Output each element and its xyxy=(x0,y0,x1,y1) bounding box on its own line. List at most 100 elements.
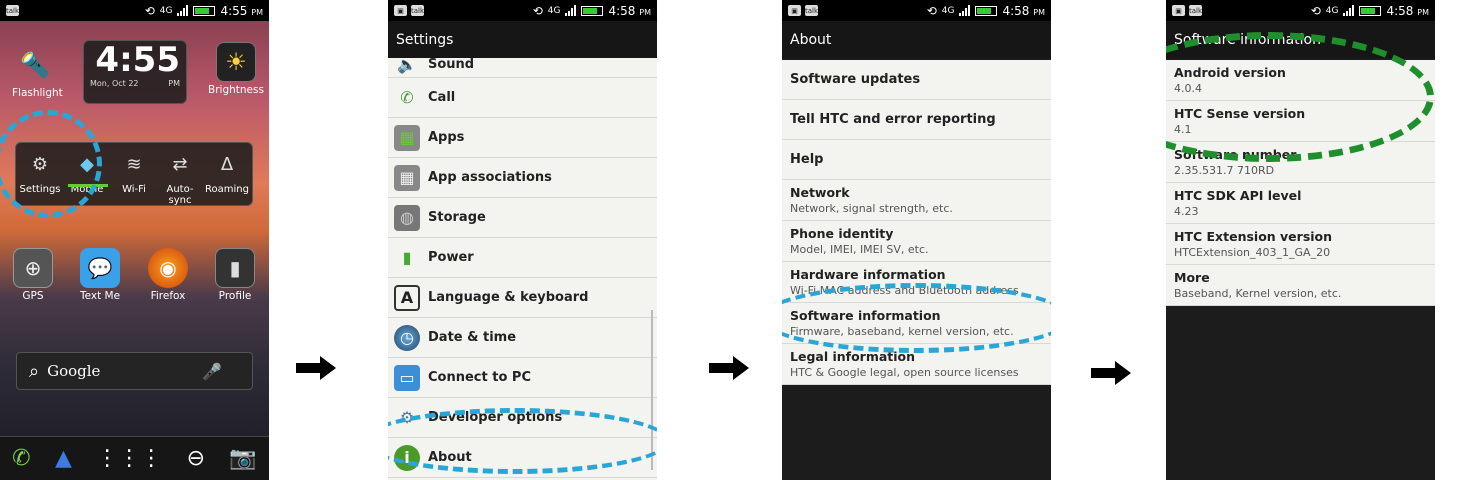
about-item-phone-identity[interactable]: Phone identity Model, IMEI, IMEI SV, etc. xyxy=(782,221,1051,262)
settings-list: 🔈 Sound ✆ Call ▦ Apps ▦ App associations ◍ St… xyxy=(388,55,657,480)
info-item-title: HTC Extension version xyxy=(1174,229,1333,244)
about-item-help[interactable]: Help xyxy=(782,140,1051,180)
about-item-title: Phone identity xyxy=(790,226,894,241)
settings-item-label: Connect to PC xyxy=(428,370,531,385)
settings-item-date-time[interactable]: ◷ Date & time xyxy=(388,318,657,358)
qs-wifi[interactable]: ≋ Wi-Fi xyxy=(112,147,156,196)
qs-roaming-label: Roaming xyxy=(205,184,249,195)
settings-item-label: App associations xyxy=(428,170,552,185)
settings-item-about[interactable]: i About xyxy=(388,438,657,478)
info-item-value: HTCExtension_403_1_GA_20 xyxy=(1174,246,1331,259)
settings-item-app-associations[interactable]: ▦ App associations xyxy=(388,158,657,198)
talk-icon: talk xyxy=(5,5,20,16)
battery-icon xyxy=(1359,5,1382,16)
about-item-software[interactable]: Software information Firmware, baseband, … xyxy=(782,303,1051,344)
settings-item-connect-pc[interactable]: ▭ Connect to PC xyxy=(388,358,657,398)
keyboard-icon: A xyxy=(394,284,420,311)
status-ampm: PM xyxy=(1033,7,1045,17)
qs-mobile[interactable]: ◆ Mobile xyxy=(65,147,109,196)
about-item-software-updates[interactable]: Software updates xyxy=(782,60,1051,100)
network-type: 4G xyxy=(547,5,561,16)
info-item-android-version[interactable]: Android version 4.0.4 xyxy=(1166,60,1435,101)
firefox-icon: ◉ xyxy=(148,248,188,288)
settings-item-call[interactable]: ✆ Call xyxy=(388,78,657,118)
about-screen: ▣ talk ⟲ 4G 4:58 PM About Software updat… xyxy=(782,0,1051,480)
page-title: Software information xyxy=(1166,21,1435,58)
info-item-title: More xyxy=(1174,270,1210,285)
talk-icon: talk xyxy=(1188,5,1203,16)
app-profile[interactable]: ▮ Profile xyxy=(213,248,257,302)
flashlight-widget[interactable]: 🔦 Flashlight xyxy=(12,45,63,99)
app-firefox[interactable]: ◉ Firefox xyxy=(146,248,190,302)
clock-widget[interactable]: 4:55 Mon, Oct 22 PM xyxy=(83,40,187,104)
settings-item-sound[interactable]: 🔈 Sound xyxy=(388,52,657,78)
about-item-title: Software information xyxy=(790,308,941,323)
call-icon: ✆ xyxy=(400,88,414,107)
qs-autosync[interactable]: ⇄ Auto-sync xyxy=(158,147,202,207)
software-info-list: Android version 4.0.4 HTC Sense version 4.… xyxy=(1166,60,1435,306)
network-type: 4G xyxy=(1325,5,1339,16)
app-textme-label: Text Me xyxy=(79,290,121,302)
qs-roaming[interactable]: Δ Roaming xyxy=(205,147,249,196)
microphone-icon[interactable]: 🎤 xyxy=(202,362,222,381)
app-gps[interactable]: ⊕ GPS xyxy=(11,248,55,302)
app-firefox-label: Firefox xyxy=(150,290,186,302)
status-bar: ▣ talk ⟲ 4G 4:58 PM xyxy=(782,0,1051,21)
google-search-bar[interactable]: ⌕ Google 🎤 xyxy=(16,352,253,390)
info-item-more[interactable]: More Baseband, Kernel version, etc. xyxy=(1166,265,1435,306)
camera-icon[interactable]: 📷 xyxy=(229,446,256,471)
battery-icon xyxy=(193,5,216,16)
info-item-value: 4.0.4 xyxy=(1174,82,1202,95)
developer-gears-icon: ⚙ xyxy=(399,408,415,427)
app-gps-label: GPS xyxy=(22,290,44,302)
brightness-icon: ☀ xyxy=(216,42,256,82)
settings-item-apps[interactable]: ▦ Apps xyxy=(388,118,657,158)
roaming-icon: Δ xyxy=(220,153,234,175)
home-screen: talk ⟲ 4G 4:55 PM 🔦 Flashlight 4:55 Mon,… xyxy=(0,0,269,480)
status-time: 4:58 xyxy=(608,3,636,18)
settings-gear-icon: ⚙ xyxy=(31,153,49,175)
info-item-sdk-api-level[interactable]: HTC SDK API level 4.23 xyxy=(1166,183,1435,224)
app-textme[interactable]: 💬 Text Me xyxy=(78,248,122,302)
clock-ampm: PM xyxy=(168,79,180,88)
car-icon[interactable]: ⊖ xyxy=(187,446,205,471)
about-item-network[interactable]: Network Network, signal strength, etc. xyxy=(782,180,1051,221)
status-ampm: PM xyxy=(639,7,651,17)
navigation-icon[interactable]: ▲ xyxy=(55,446,72,471)
app-associations-icon: ▦ xyxy=(394,164,420,191)
about-item-label: Software updates xyxy=(790,72,921,87)
about-item-subtitle: HTC & Google legal, open source licenses xyxy=(790,366,1019,379)
settings-item-storage[interactable]: ◍ Storage xyxy=(388,198,657,238)
info-item-value: Baseband, Kernel version, etc. xyxy=(1174,287,1342,300)
qs-wifi-label: Wi-Fi xyxy=(122,184,146,195)
status-time: 4:58 xyxy=(1386,3,1414,18)
network-type: 4G xyxy=(941,5,955,16)
about-item-subtitle: Model, IMEI, IMEI SV, etc. xyxy=(790,243,929,256)
settings-item-language[interactable]: A Language & keyboard xyxy=(388,278,657,318)
clock-date: Mon, Oct 22 xyxy=(90,79,139,88)
info-item-sense-version[interactable]: HTC Sense version 4.1 xyxy=(1166,101,1435,142)
globe-clock-icon: ◷ xyxy=(394,324,420,351)
image-icon: ▣ xyxy=(1172,5,1185,16)
qs-settings[interactable]: ⚙ Settings xyxy=(18,147,62,196)
info-icon: i xyxy=(394,444,420,471)
status-time: 4:58 xyxy=(1002,3,1030,18)
settings-item-developer[interactable]: ⚙ Developer options xyxy=(388,398,657,438)
about-item-hardware[interactable]: Hardware information Wi-Fi MAC address an… xyxy=(782,262,1051,303)
search-icon: ⌕ xyxy=(29,360,40,382)
all-apps-icon[interactable]: ⋮⋮⋮ xyxy=(96,446,162,471)
scrollbar[interactable] xyxy=(651,310,653,470)
status-bar: talk ⟲ 4G 4:55 PM xyxy=(0,0,269,21)
sync-icon: ⟲ xyxy=(532,3,543,18)
settings-item-label: Power xyxy=(428,250,474,265)
settings-item-power[interactable]: ▮ Power xyxy=(388,238,657,278)
page-title: About xyxy=(782,21,1051,58)
info-item-extension-version[interactable]: HTC Extension version HTCExtension_403_1_… xyxy=(1166,224,1435,265)
phone-icon[interactable]: ✆ xyxy=(12,446,30,471)
about-item-legal[interactable]: Legal information HTC & Google legal, ope… xyxy=(782,344,1051,385)
brightness-widget[interactable]: ☀ Brightness xyxy=(208,42,264,96)
settings-item-label: Apps xyxy=(428,130,465,145)
info-item-software-number[interactable]: Software number 2.35.531.7 710RD xyxy=(1166,142,1435,183)
qs-settings-label: Settings xyxy=(19,184,61,195)
about-item-tell-htc[interactable]: Tell HTC and error reporting xyxy=(782,100,1051,140)
